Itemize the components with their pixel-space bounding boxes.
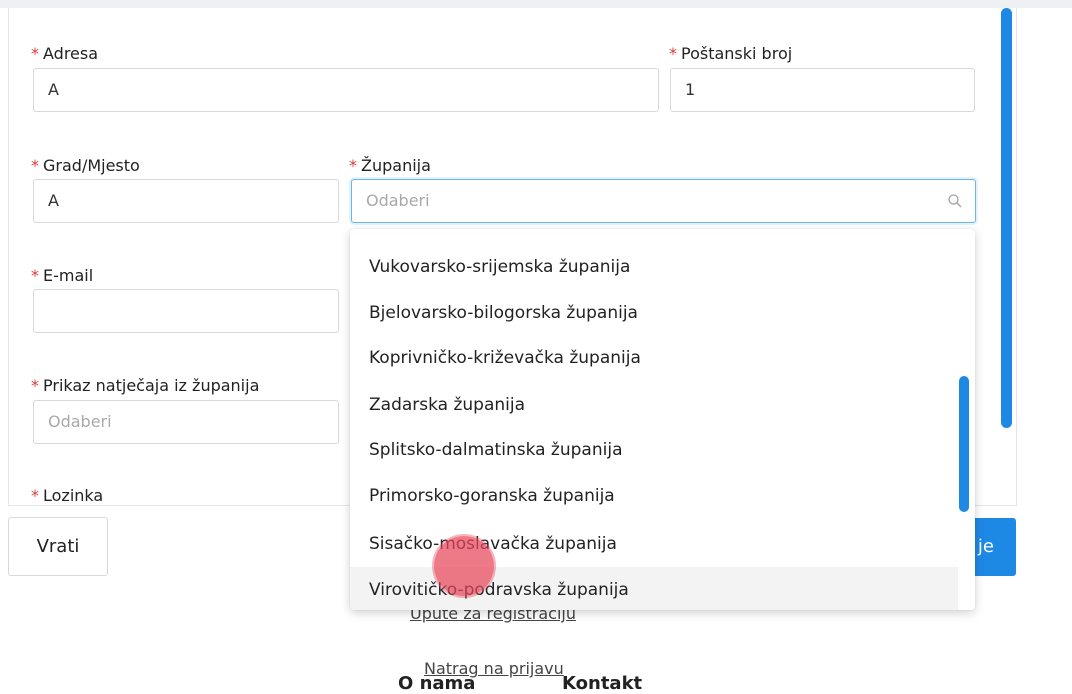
contact-link[interactable]: Kontakt — [562, 673, 642, 694]
back-button[interactable]: Vrati — [8, 517, 108, 576]
county-display-label-text: Prikaz natječaja iz županija — [43, 376, 260, 395]
postal-code-input[interactable]: 1 — [670, 68, 975, 112]
email-label-text: E-mail — [43, 266, 94, 285]
postal-label-text: Poštanski broj — [681, 44, 793, 63]
county-option[interactable]: Bjelovarsko-bilogorska županija — [350, 290, 958, 336]
email-label: * E-mail — [31, 266, 93, 285]
required-mark: * — [669, 44, 677, 63]
postal-label: * Poštanski broj — [669, 44, 792, 63]
required-mark: * — [31, 156, 39, 175]
county-select-placeholder: Odaberi — [366, 191, 430, 210]
county-option[interactable]: Zadarska županija — [350, 382, 958, 428]
required-mark: * — [349, 156, 357, 175]
county-display-select[interactable]: Odaberi — [33, 400, 339, 444]
county-label-text: Županija — [361, 156, 431, 175]
required-mark: * — [31, 486, 39, 505]
required-mark: * — [31, 44, 39, 63]
page-scrollbar[interactable] — [1001, 8, 1012, 428]
address-label: * Adresa — [31, 44, 98, 63]
email-input[interactable] — [33, 289, 339, 333]
password-label-text: Lozinka — [43, 486, 104, 505]
city-label: * Grad/Mjesto — [31, 156, 140, 175]
county-option[interactable]: Primorsko-goranska županija — [350, 473, 958, 519]
top-bar — [0, 0, 1072, 8]
county-label: * Županija — [349, 156, 431, 175]
dropdown-scrollbar[interactable] — [959, 376, 969, 512]
county-option[interactable]: Koprivničko-križevačka županija — [350, 335, 958, 381]
address-label-text: Adresa — [43, 44, 99, 63]
address-input[interactable]: A — [33, 68, 659, 112]
click-indicator — [434, 536, 494, 596]
county-display-label: * Prikaz natječaja iz županija — [31, 376, 259, 395]
password-label: * Lozinka — [31, 486, 103, 505]
required-mark: * — [31, 266, 39, 285]
required-mark: * — [31, 376, 39, 395]
search-icon — [948, 194, 962, 208]
county-select[interactable]: Odaberi — [351, 179, 976, 223]
county-option[interactable]: Vukovarsko-srijemska županija — [350, 244, 958, 290]
about-link[interactable]: O nama — [398, 673, 475, 694]
county-option[interactable]: Splitsko-dalmatinska županija — [350, 427, 958, 473]
city-input[interactable]: A — [33, 179, 339, 223]
city-label-text: Grad/Mjesto — [43, 156, 140, 175]
